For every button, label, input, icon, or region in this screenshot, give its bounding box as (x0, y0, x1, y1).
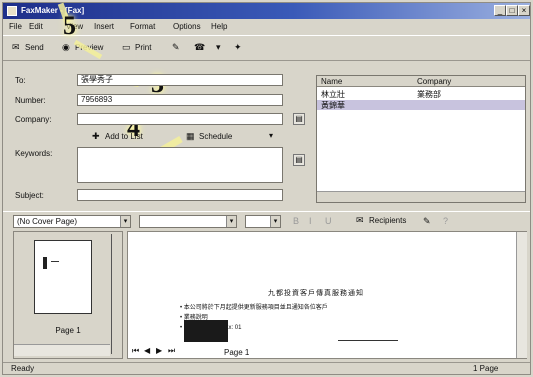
maximize-button[interactable]: □ (506, 5, 518, 16)
print-button[interactable]: ▭ Print (121, 40, 151, 56)
close-button[interactable]: × (518, 5, 530, 16)
cover-toolbar: (No Cover Page) ▾ ▾ ▾ B I U ✉ Recipients… (3, 211, 530, 229)
keywords-label: Keywords: (15, 149, 53, 158)
prev-page-icon[interactable]: ◀ (144, 346, 150, 355)
list-item[interactable]: 林立壯 業務部 (317, 89, 525, 99)
underline-icon[interactable]: U (325, 216, 332, 226)
book-icon: ▤ (295, 155, 303, 164)
send-icon: ✉ (12, 42, 20, 52)
book-icon: ▤ (295, 114, 303, 123)
fax-window: FaxMaker - [Fax] _ □ × File Edit View In… (2, 2, 531, 375)
company-field[interactable] (77, 113, 283, 125)
calendar-icon: ▦ (186, 131, 195, 141)
pages-pane: Page 1 (13, 231, 123, 359)
menu-help[interactable]: Help (211, 22, 227, 31)
page-indicator: Page 1 (224, 348, 250, 357)
chevron-down-icon: ▾ (216, 42, 221, 52)
paperclip-icon: ✎ (172, 42, 180, 52)
number-label: Number: (15, 96, 46, 105)
cover-page-value: (No Cover Page) (17, 217, 78, 226)
add-to-list-button[interactable]: ✚ Add to List (91, 129, 143, 145)
keywords-lookup-button[interactable]: ▤ (293, 154, 305, 166)
attach-button[interactable]: ✎ (171, 40, 181, 56)
preview-underline (338, 340, 398, 341)
chevron-down-icon: ▾ (268, 131, 273, 140)
horizontal-scrollbar[interactable] (317, 191, 525, 202)
chevron-down-icon: ▾ (226, 216, 236, 227)
to-field[interactable]: 張學秀子 (77, 74, 283, 86)
size-select[interactable]: ▾ (245, 215, 281, 228)
next-page-icon[interactable]: ▶ (156, 346, 162, 355)
preview-icon: ◉ (62, 42, 70, 52)
minimize-button[interactable]: _ (494, 5, 506, 16)
print-icon: ▭ (122, 42, 131, 52)
print-label: Print (135, 43, 152, 52)
pages-divider (111, 234, 112, 354)
dropdown-arrow[interactable]: ▾ (215, 40, 225, 56)
recipients-icon: ✉ (356, 215, 364, 225)
thumb-line (51, 261, 59, 262)
menu-file[interactable]: File (9, 22, 22, 31)
preview-heading: 九都投資客戶傳真服務通知 (268, 290, 364, 297)
page-navigator: ⏮ ◀ ▶ ⏭ (132, 346, 202, 358)
fax-preview[interactable]: 九都投資客戶傳真服務通知 • 本公司將於下月起提供更新服務項目並且通知各位客戶 … (127, 231, 527, 359)
list-item-selected[interactable]: 黃錦華 (317, 100, 525, 110)
status-bar: Ready 1 Page (3, 362, 530, 375)
recipients-button[interactable]: ✉ Recipients (355, 213, 406, 229)
menu-bar: File Edit View Insert Format Options Hel… (3, 20, 530, 34)
status-left: Ready (11, 364, 35, 373)
italic-icon[interactable]: I (309, 216, 312, 226)
schedule-dropdown[interactable]: ▾ (265, 131, 277, 143)
bold-icon[interactable]: B (293, 216, 299, 226)
send-label: Send (25, 43, 44, 52)
to-label: To: (15, 76, 26, 85)
recipient-company: 業務部 (417, 90, 441, 99)
menu-insert[interactable]: Insert (94, 22, 114, 31)
phonebook-button[interactable]: ☎ (193, 40, 206, 56)
preview-scrollbar[interactable] (516, 232, 527, 358)
menu-format[interactable]: Format (130, 22, 155, 31)
page-thumbnail[interactable] (34, 240, 92, 314)
subject-label: Subject: (15, 191, 44, 200)
font-select[interactable]: ▾ (139, 215, 237, 228)
add-icon: ✚ (92, 131, 100, 141)
phonebook-icon: ☎ (194, 42, 206, 52)
schedule-label: Schedule (199, 132, 233, 141)
app-icon (7, 6, 17, 16)
chevron-down-icon: ▾ (270, 216, 280, 227)
options-button[interactable]: ✦ (233, 40, 243, 56)
cover-page-select[interactable]: (No Cover Page) ▾ (13, 215, 131, 228)
menu-edit[interactable]: Edit (29, 22, 43, 31)
pages-scrollbar[interactable] (14, 344, 110, 356)
send-button[interactable]: ✉ Send (11, 40, 44, 56)
status-right: 1 Page (473, 364, 499, 373)
subject-field[interactable] (77, 189, 283, 201)
first-page-icon[interactable]: ⏮ (132, 346, 139, 356)
last-page-icon[interactable]: ⏭ (168, 346, 175, 356)
preview-bullet-1: • 本公司將於下月起提供更新服務項目並且通知各位客戶 (180, 305, 328, 311)
column-company[interactable]: Company (417, 77, 451, 86)
chevron-down-icon: ▾ (120, 216, 130, 227)
keywords-field[interactable] (77, 147, 283, 183)
title-bar[interactable]: FaxMaker - [Fax] _ □ × (3, 3, 530, 19)
recipient-name: 黃錦華 (321, 101, 345, 110)
wrench-icon: ✦ (234, 42, 242, 52)
list-header: Name Company (317, 76, 525, 87)
company-lookup-button[interactable]: ▤ (293, 113, 305, 125)
recipients-label: Recipients (369, 216, 407, 225)
column-name[interactable]: Name (321, 77, 342, 86)
schedule-button[interactable]: ▦ Schedule (185, 129, 232, 145)
company-label: Company: (15, 115, 52, 124)
recipient-list[interactable]: Name Company 林立壯 業務部 黃錦華 (316, 75, 526, 203)
number-field[interactable]: 7956893 (77, 94, 283, 106)
menu-options[interactable]: Options (173, 22, 201, 31)
callout-5: 5 (63, 11, 76, 40)
add-to-list-label: Add to List (105, 132, 143, 141)
cover-options-icon[interactable]: ✎ (423, 216, 431, 227)
help-icon[interactable]: ? (443, 216, 448, 226)
thumb-label: Page 1 (55, 326, 81, 335)
preview-image-block (184, 320, 228, 342)
recipient-name: 林立壯 (321, 90, 345, 99)
thumb-mark (43, 257, 47, 269)
